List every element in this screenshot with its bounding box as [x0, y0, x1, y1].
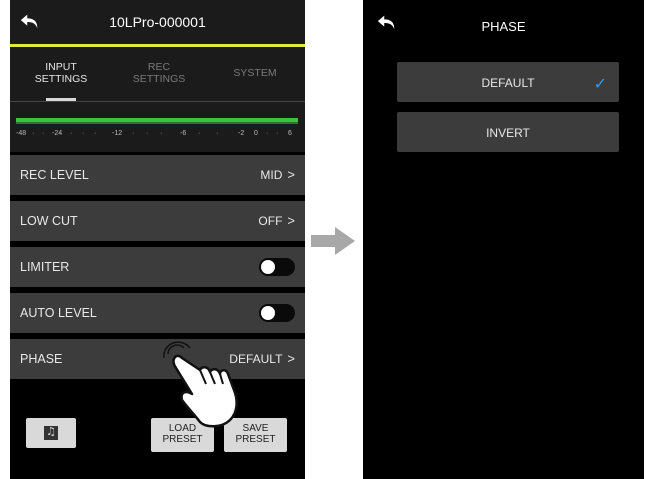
level-meter: -48 · · -24 · · · -12 · · · -6 · · -2 0 …: [10, 102, 305, 152]
music-file-icon: ♫: [44, 425, 58, 440]
rec-level-value-text: MID: [260, 168, 283, 182]
option-default[interactable]: DEFAULT ✓: [397, 62, 619, 102]
chevron-right-icon: >: [287, 167, 295, 182]
tab-input-settings[interactable]: INPUT SETTINGS: [12, 61, 110, 85]
low-cut-value-text: OFF: [258, 214, 283, 228]
save-preset-line2: PRESET: [235, 434, 276, 445]
meter-tick: ·: [42, 130, 45, 137]
tab-system-line1: SYSTEM: [233, 67, 277, 79]
option-default-label: DEFAULT: [481, 76, 535, 90]
limiter-label: LIMITER: [20, 260, 70, 274]
meter-tick: -2: [238, 130, 245, 137]
auto-level-toggle[interactable]: [259, 304, 295, 322]
row-limiter: LIMITER: [10, 247, 305, 287]
phase-title: PHASE: [481, 19, 526, 34]
music-file-button[interactable]: ♫: [26, 418, 76, 448]
phase-screen: PHASE DEFAULT ✓ INVERT: [363, 0, 644, 479]
meter-tick: ·: [132, 130, 135, 137]
row-rec-level[interactable]: REC LEVEL MID >: [10, 155, 305, 195]
meter-bar-shadow: [16, 122, 298, 124]
tab-rec-settings[interactable]: REC SETTINGS: [110, 61, 208, 85]
rec-level-value: MID >: [260, 168, 295, 182]
tab-system[interactable]: SYSTEM: [206, 67, 304, 79]
meter-tick: ·: [94, 130, 97, 137]
low-cut-label: LOW CUT: [20, 214, 78, 228]
chevron-right-icon: >: [287, 213, 295, 228]
meter-tick: ·: [32, 130, 35, 137]
toggle-knob: [261, 260, 275, 274]
row-auto-level: AUTO LEVEL: [10, 293, 305, 333]
transition-arrow-icon: [311, 227, 355, 255]
header-bar: 10LPro-000001: [10, 0, 305, 44]
tap-hand-icon: [163, 341, 238, 428]
input-settings-screen: 10LPro-000001 INPUT SETTINGS REC SETTING…: [10, 0, 305, 479]
meter-tick: 6: [288, 130, 292, 137]
meter-tick: -48: [16, 130, 27, 137]
tab-rec-settings-line1: REC: [147, 61, 171, 73]
limiter-toggle[interactable]: [259, 258, 295, 276]
auto-level-label: AUTO LEVEL: [20, 306, 97, 320]
option-invert[interactable]: INVERT: [397, 112, 619, 152]
option-invert-label: INVERT: [486, 126, 530, 140]
meter-tick: ·: [198, 130, 201, 137]
meter-tick: ·: [146, 130, 149, 137]
low-cut-value: OFF >: [258, 214, 295, 228]
device-title: 10LPro-000001: [109, 14, 206, 30]
chevron-right-icon: >: [287, 351, 295, 366]
meter-tick: -6: [180, 130, 187, 137]
meter-tick: ·: [216, 130, 219, 137]
phase-label: PHASE: [20, 352, 63, 366]
toggle-knob: [261, 306, 275, 320]
meter-tick: ·: [276, 130, 279, 137]
meter-tick: ·: [266, 130, 269, 137]
meter-tick: -12: [112, 130, 123, 137]
row-phase[interactable]: PHASE DEFAULT >: [10, 339, 305, 379]
meter-tick: -24: [52, 130, 63, 137]
load-preset-line2: PRESET: [162, 434, 203, 445]
meter-tick: ·: [70, 130, 73, 137]
meter-tick: 0: [254, 130, 258, 137]
tab-input-settings-line2: SETTINGS: [34, 73, 88, 85]
meter-scale: -48 · · -24 · · · -12 · · · -6 · · -2 0 …: [16, 130, 298, 140]
meter-tick: ·: [160, 130, 163, 137]
meter-tick: ·: [82, 130, 85, 137]
checkmark-icon: ✓: [593, 74, 607, 93]
rec-level-label: REC LEVEL: [20, 168, 89, 182]
tab-rec-settings-line2: SETTINGS: [132, 73, 186, 85]
tab-bar: INPUT SETTINGS REC SETTINGS SYSTEM: [10, 47, 305, 101]
row-low-cut[interactable]: LOW CUT OFF >: [10, 201, 305, 241]
tab-input-settings-line1: INPUT: [45, 61, 77, 73]
